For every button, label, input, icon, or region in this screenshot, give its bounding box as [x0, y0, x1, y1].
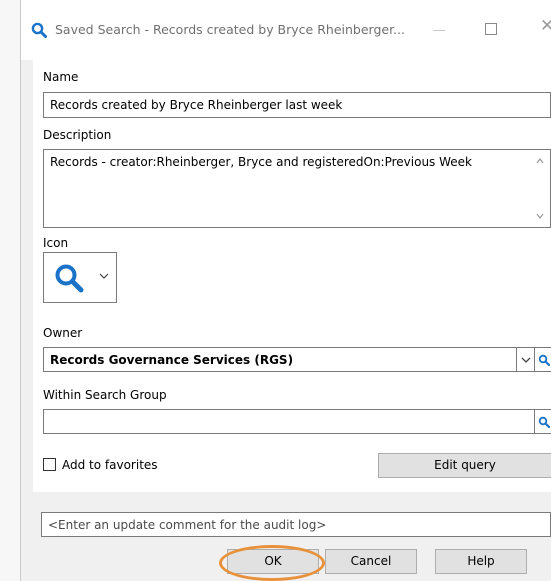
window-title: Saved Search - Records created by Bryce … — [55, 22, 405, 37]
description-text: Records - creator:Rheinberger, Bryce and… — [50, 155, 473, 169]
audit-comment-input[interactable]: <Enter an update comment for the audit l… — [41, 512, 551, 537]
title-bar: Saved Search - Records created by Bryce … — [21, 0, 551, 60]
form-panel: Name Records created by Bryce Rheinberge… — [33, 60, 551, 492]
owner-field[interactable]: Records Governance Services (RGS) — [43, 347, 517, 372]
name-label: Name — [43, 70, 79, 84]
owner-search-button[interactable] — [534, 347, 551, 372]
owner-label: Owner — [43, 326, 83, 340]
close-button[interactable]: ✕ — [540, 18, 551, 35]
scroll-down-icon[interactable] — [536, 212, 544, 220]
edit-query-button[interactable]: Edit query — [378, 453, 551, 478]
search-icon — [538, 354, 550, 366]
description-scrollbar[interactable] — [532, 151, 549, 226]
icon-dropdown[interactable] — [43, 252, 117, 303]
description-field[interactable]: Records - creator:Rheinberger, Bryce and… — [43, 149, 551, 228]
add-to-favorites-checkbox[interactable] — [43, 458, 56, 471]
scroll-up-icon[interactable] — [536, 157, 544, 165]
maximize-button[interactable] — [485, 23, 497, 35]
icon-label: Icon — [43, 236, 69, 250]
minimize-button[interactable] — [433, 30, 445, 31]
search-icon — [31, 22, 47, 38]
search-group-label: Within Search Group — [43, 388, 167, 402]
chevron-down-icon — [521, 357, 531, 363]
add-to-favorites-label[interactable]: Add to favorites — [62, 458, 158, 472]
chevron-down-icon — [99, 273, 109, 279]
cancel-button[interactable]: Cancel — [325, 549, 417, 574]
name-field[interactable]: Records created by Bryce Rheinberger las… — [43, 92, 551, 118]
description-label: Description — [43, 128, 112, 142]
help-button[interactable]: Help — [435, 549, 527, 574]
background-strip — [0, 0, 20, 581]
search-icon — [538, 416, 550, 428]
owner-dropdown-button[interactable] — [516, 347, 535, 372]
search-group-search-button[interactable] — [534, 409, 551, 434]
search-icon — [55, 264, 84, 293]
saved-search-dialog: Saved Search - Records created by Bryce … — [20, 0, 551, 581]
search-group-field[interactable] — [43, 409, 535, 434]
ok-button[interactable]: OK — [227, 549, 319, 574]
